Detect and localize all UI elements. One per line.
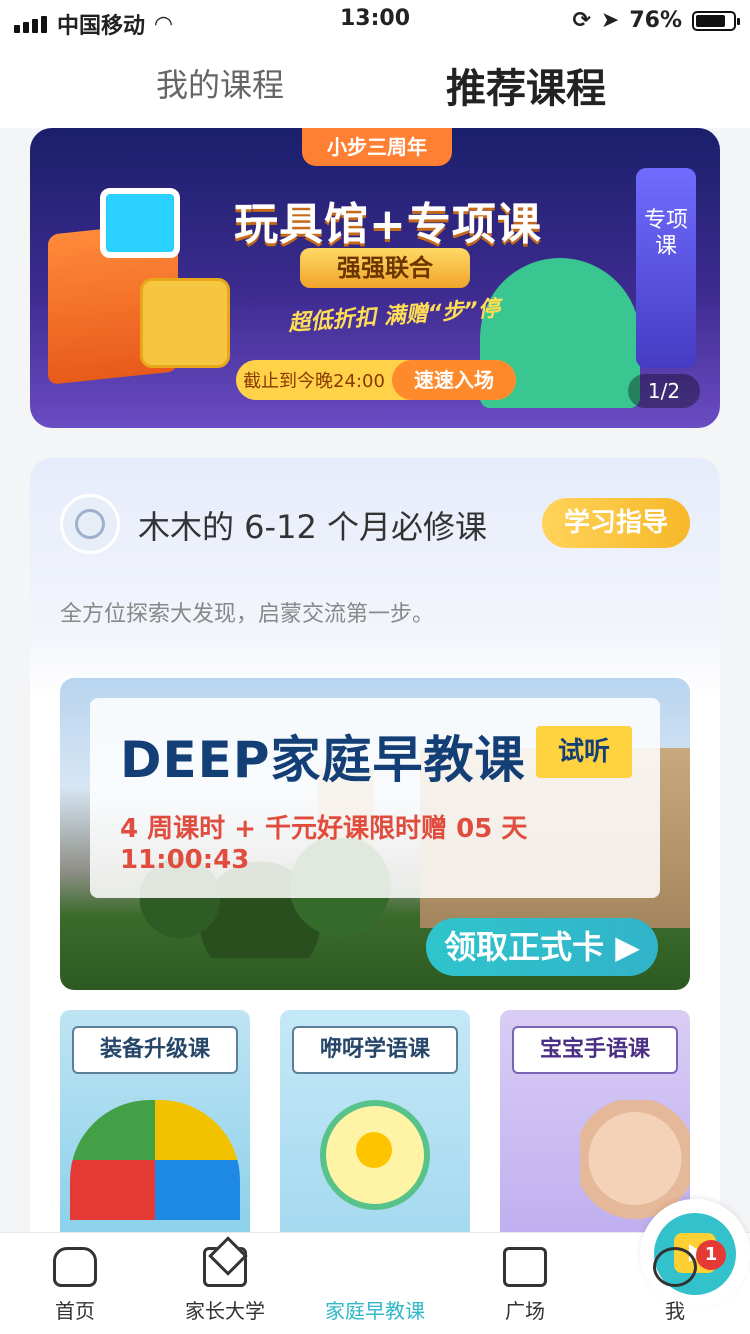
featured-promo: 4 周课时 + 千元好课限时赠 05 天 11:00:43	[120, 808, 660, 875]
play-equipment-image	[70, 1100, 240, 1220]
banner-subtitle: 强强联合	[300, 248, 470, 288]
tab-parent-university[interactable]: 家长大学	[170, 1243, 280, 1324]
battery-percent: 76%	[629, 8, 682, 33]
tab-home[interactable]: 首页	[20, 1243, 130, 1324]
bottom-tab-bar: 首页 家长大学 家庭早教课 广场 我	[0, 1199, 750, 1334]
course-card: 木木的 6-12 个月必修课 学习指导 全方位探索大发现，启蒙交流第一步。 DE…	[30, 458, 720, 1258]
mini-course-label: 宝宝手语课	[512, 1026, 678, 1074]
baby-avatar	[60, 494, 120, 554]
graduation-cap-icon	[203, 1247, 247, 1287]
tab-family-early-education[interactable]: 家庭早教课	[320, 1199, 750, 1324]
course-card-title: 木木的 6-12 个月必修课	[138, 508, 487, 546]
screen-lock-icon: ⟳	[572, 8, 591, 33]
tab-square[interactable]: 广场	[470, 1243, 580, 1324]
home-icon	[53, 1247, 97, 1287]
featured-course-title: DEEP家庭早教课	[120, 731, 526, 789]
mini-course-card[interactable]: 宝宝手语课	[500, 1010, 690, 1240]
puzzle-illustration	[140, 278, 230, 368]
trial-tag: 试听	[536, 726, 632, 778]
promo-text: 4 周课时 + 千元好课限时赠	[120, 814, 448, 844]
tab-parent-university-label: 家长大学	[185, 1299, 265, 1323]
banner-page-counter: 1/2	[628, 374, 700, 408]
featured-course-card[interactable]: DEEP家庭早教课 试听 4 周课时 + 千元好课限时赠 05 天 11:00:…	[60, 678, 690, 990]
tab-me-label: 我	[665, 1299, 685, 1323]
battery-icon	[692, 10, 740, 31]
sun-mascot-image	[320, 1100, 430, 1210]
notification-badge: 1	[696, 1240, 726, 1270]
tab-recommended-courses[interactable]: 推荐课程	[446, 56, 606, 114]
profile-icon	[653, 1247, 697, 1287]
book-open-icon	[503, 1247, 547, 1287]
toy-frame-illustration	[100, 188, 180, 258]
tab-square-label: 广场	[505, 1299, 545, 1323]
location-arrow-icon: ➤	[600, 8, 620, 33]
banner-ribbon: 小步三周年	[302, 128, 452, 166]
tab-my-courses[interactable]: 我的课程	[156, 60, 284, 106]
tab-home-label: 首页	[55, 1299, 95, 1323]
banner-deadline: 截止到今晚24:00	[243, 371, 385, 392]
banner-deadline-pill: 截止到今晚24:00 速速入场	[236, 360, 516, 400]
featured-info-panel: DEEP家庭早教课 试听 4 周课时 + 千元好课限时赠 05 天 11:00:…	[90, 698, 660, 898]
mini-course-label: 咿呀学语课	[292, 1026, 458, 1074]
banner-enter-button[interactable]: 速速入场	[392, 360, 516, 400]
mini-course-card[interactable]: 咿呀学语课	[280, 1010, 470, 1240]
status-bar: 中国移动 ◠ 13:00 ⟳ ➤ 76%	[0, 0, 750, 42]
tab-family-early-education-label: 家庭早教课	[325, 1299, 425, 1323]
claim-card-button[interactable]: 领取正式卡 ▶	[426, 918, 658, 976]
course-tabs: 我的课程 推荐课程	[0, 42, 750, 128]
banner-title: 玩具馆+专项课	[234, 199, 542, 250]
study-guide-button[interactable]: 学习指导	[542, 498, 690, 548]
mini-course-label: 装备升级课	[72, 1026, 238, 1074]
book-illustration: 专项课	[636, 168, 696, 368]
promo-banner[interactable]: 专项课 小步三周年 玩具馆+专项课 强强联合 超低折扣 满赠“步”停 截止到今晚…	[30, 128, 720, 428]
mini-course-card[interactable]: 装备升级课	[60, 1010, 250, 1240]
course-card-description: 全方位探索大发现，启蒙交流第一步。	[60, 602, 435, 627]
baby-face-icon	[75, 509, 105, 539]
